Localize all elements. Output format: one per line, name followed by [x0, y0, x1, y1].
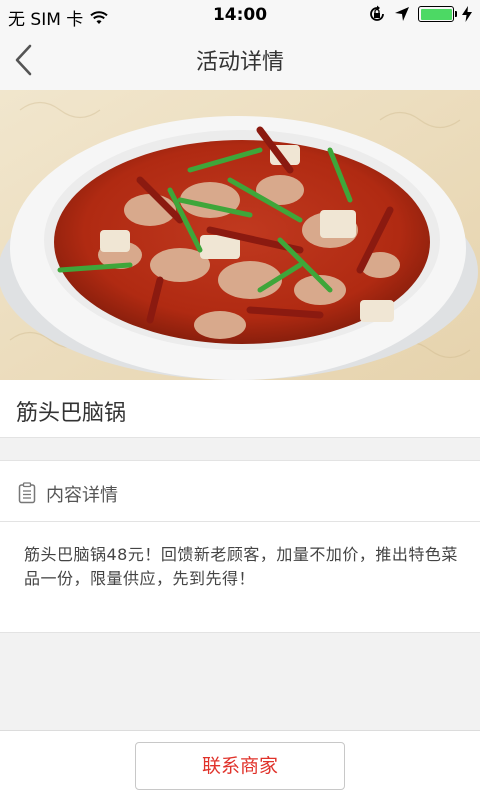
page-title: 活动详情 [195, 50, 284, 75]
location-arrow-icon [395, 7, 409, 21]
content-details-card: 内容详情 筋头巴脑锅48元！回馈新老顾客，加量不加价，推出特色菜品一份，限量供应… [0, 460, 480, 633]
contact-merchant-button[interactable]: 联系商家 [135, 742, 345, 790]
rotation-lock-icon [370, 5, 384, 21]
nav-bar: 活动详情 [0, 30, 480, 90]
content-description: 筋头巴脑锅48元！回馈新老顾客，加量不加价，推出特色菜品一份，限量供应，先到先得… [24, 545, 458, 588]
section-header: 内容详情 [0, 461, 480, 522]
dish-name-panel: 筋头巴脑锅 [0, 380, 480, 438]
status-bar: 无 SIM 卡 14:00 [0, 0, 480, 30]
section-title: 内容详情 [46, 485, 118, 506]
clipboard-icon [18, 482, 36, 504]
dish-name: 筋头巴脑锅 [16, 401, 127, 426]
battery-icon [418, 6, 457, 22]
dish-photo [0, 90, 480, 380]
dish-photo-illustration [0, 90, 480, 380]
bottom-bar: 联系商家 [0, 730, 480, 800]
status-right [368, 5, 472, 23]
charging-bolt-icon [462, 6, 472, 22]
battery-fill [420, 8, 452, 20]
